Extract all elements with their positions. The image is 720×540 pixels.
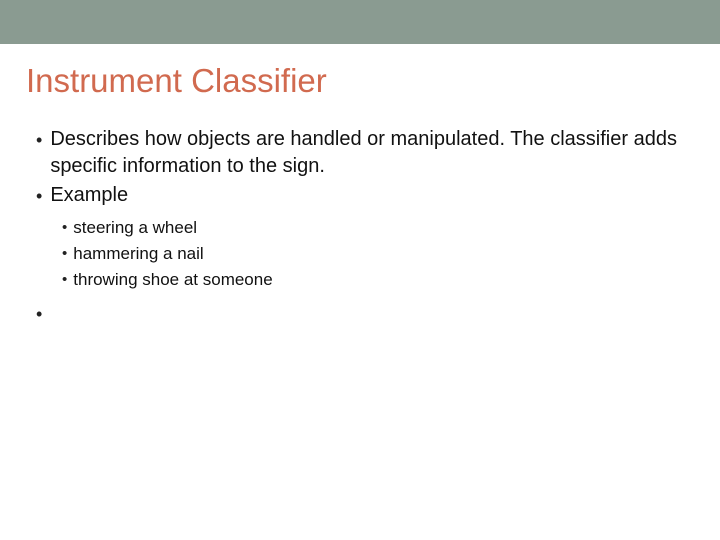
bullet-dot-icon: • [36,304,42,324]
slide-title: Instrument Classifier [26,62,694,100]
bullet-text: Describes how objects are handled or man… [50,126,694,180]
bullet-item-empty: • [36,304,694,324]
sub-bullet-list: • steering a wheel • hammering a nail • … [62,216,694,292]
bullet-dot-icon: • [36,126,42,154]
sub-bullet-item-2: • hammering a nail [62,242,694,266]
bullet-item-1: • Describes how objects are handled or m… [36,126,694,180]
sub-bullet-item-1: • steering a wheel [62,216,694,240]
sub-bullet-text: hammering a nail [73,242,203,266]
bullet-dot-icon: • [36,182,42,210]
sub-bullet-text: throwing shoe at someone [73,268,272,292]
bullet-item-2: • Example [36,182,694,210]
sub-bullet-item-3: • throwing shoe at someone [62,268,694,292]
bullet-dot-icon: • [62,242,67,266]
bullet-dot-icon: • [62,268,67,292]
sub-bullet-text: steering a wheel [73,216,197,240]
slide-container: Instrument Classifier • Describes how ob… [0,0,720,540]
bullet-dot-icon: • [62,216,67,240]
top-color-band [0,0,720,44]
slide-content: Instrument Classifier • Describes how ob… [0,44,720,324]
bullet-text: Example [50,182,128,209]
